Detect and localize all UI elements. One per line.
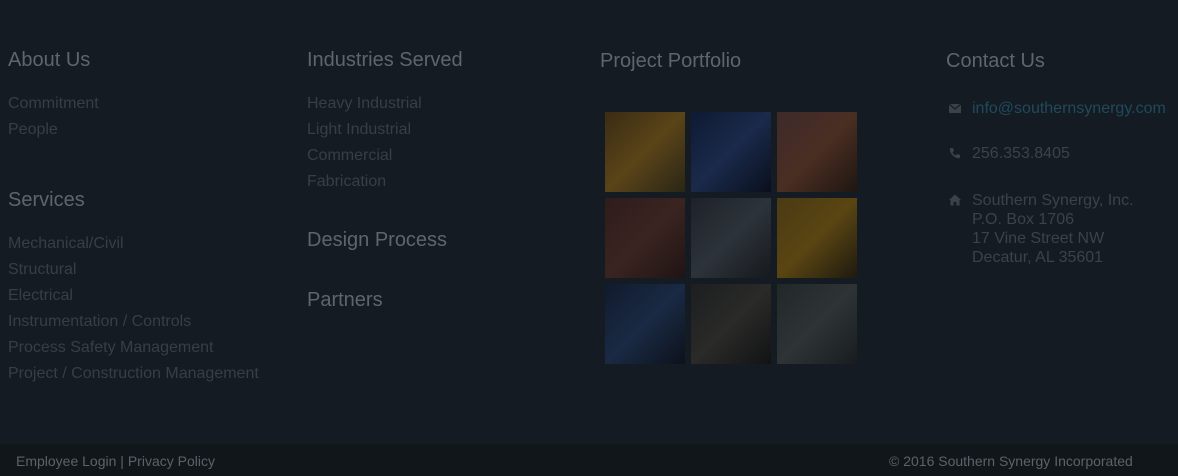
worker-silhouette-photo[interactable] [777,198,857,278]
service-link-process-safety-management[interactable]: Process Safety Management [8,339,213,357]
service-link-project-construction-management[interactable]: Project / Construction Management [8,365,259,383]
portfolio-heading[interactable]: Project Portfolio [600,50,741,73]
about-heading[interactable]: About Us [8,49,90,72]
partners-heading[interactable]: Partners [307,289,383,312]
about-link-people[interactable]: People [8,121,58,139]
industries-heading[interactable]: Industries Served [307,49,463,72]
home-icon [949,194,961,206]
refinery-pipes-photo[interactable] [605,112,685,192]
footer-links: Employee Login | Privacy Policy [16,453,215,469]
envelope-icon [948,103,962,113]
contact-address-line-2: P.O. Box 1706 [972,211,1074,228]
workers-on-structure-photo[interactable] [691,112,771,192]
industry-link-fabrication[interactable]: Fabrication [307,173,386,191]
steel-framework-photo[interactable] [605,198,685,278]
service-link-mechanical-civil[interactable]: Mechanical/Civil [8,235,124,253]
phone-icon [949,148,960,159]
plant-at-dusk-photo[interactable] [777,112,857,192]
contact-phone: 256.353.8405 [972,145,1070,162]
contact-address-line-4: Decatur, AL 35601 [972,249,1104,266]
services-heading[interactable]: Services [8,189,85,212]
industry-link-light-industrial[interactable]: Light Industrial [307,121,411,139]
contact-address-line-1: Southern Synergy, Inc. [972,192,1134,209]
gas-holder-tower-photo[interactable] [605,284,685,364]
privacy-policy-link[interactable]: Privacy Policy [128,453,215,469]
service-link-structural[interactable]: Structural [8,261,76,279]
contact-address-line-3: 17 Vine Street NW [972,230,1105,247]
industry-link-heavy-industrial[interactable]: Heavy Industrial [307,95,422,113]
footer-separator: | [120,453,124,469]
employee-login-link[interactable]: Employee Login [16,453,116,469]
industry-link-commercial[interactable]: Commercial [307,147,392,165]
design-process-heading[interactable]: Design Process [307,229,447,252]
contact-heading: Contact Us [946,50,1045,72]
service-link-electrical[interactable]: Electrical [8,287,73,305]
contact-email-link[interactable]: info@southernsynergy.com [972,99,1166,118]
service-link-instrumentation-controls[interactable]: Instrumentation / Controls [8,313,191,331]
machinery-gears-photo[interactable] [691,284,771,364]
industrial-interior-photo[interactable] [691,198,771,278]
copyright-text: © 2016 Southern Synergy Incorporated [889,453,1133,469]
steel-beams-perspective-photo[interactable] [777,284,857,364]
about-link-commitment[interactable]: Commitment [8,95,99,113]
